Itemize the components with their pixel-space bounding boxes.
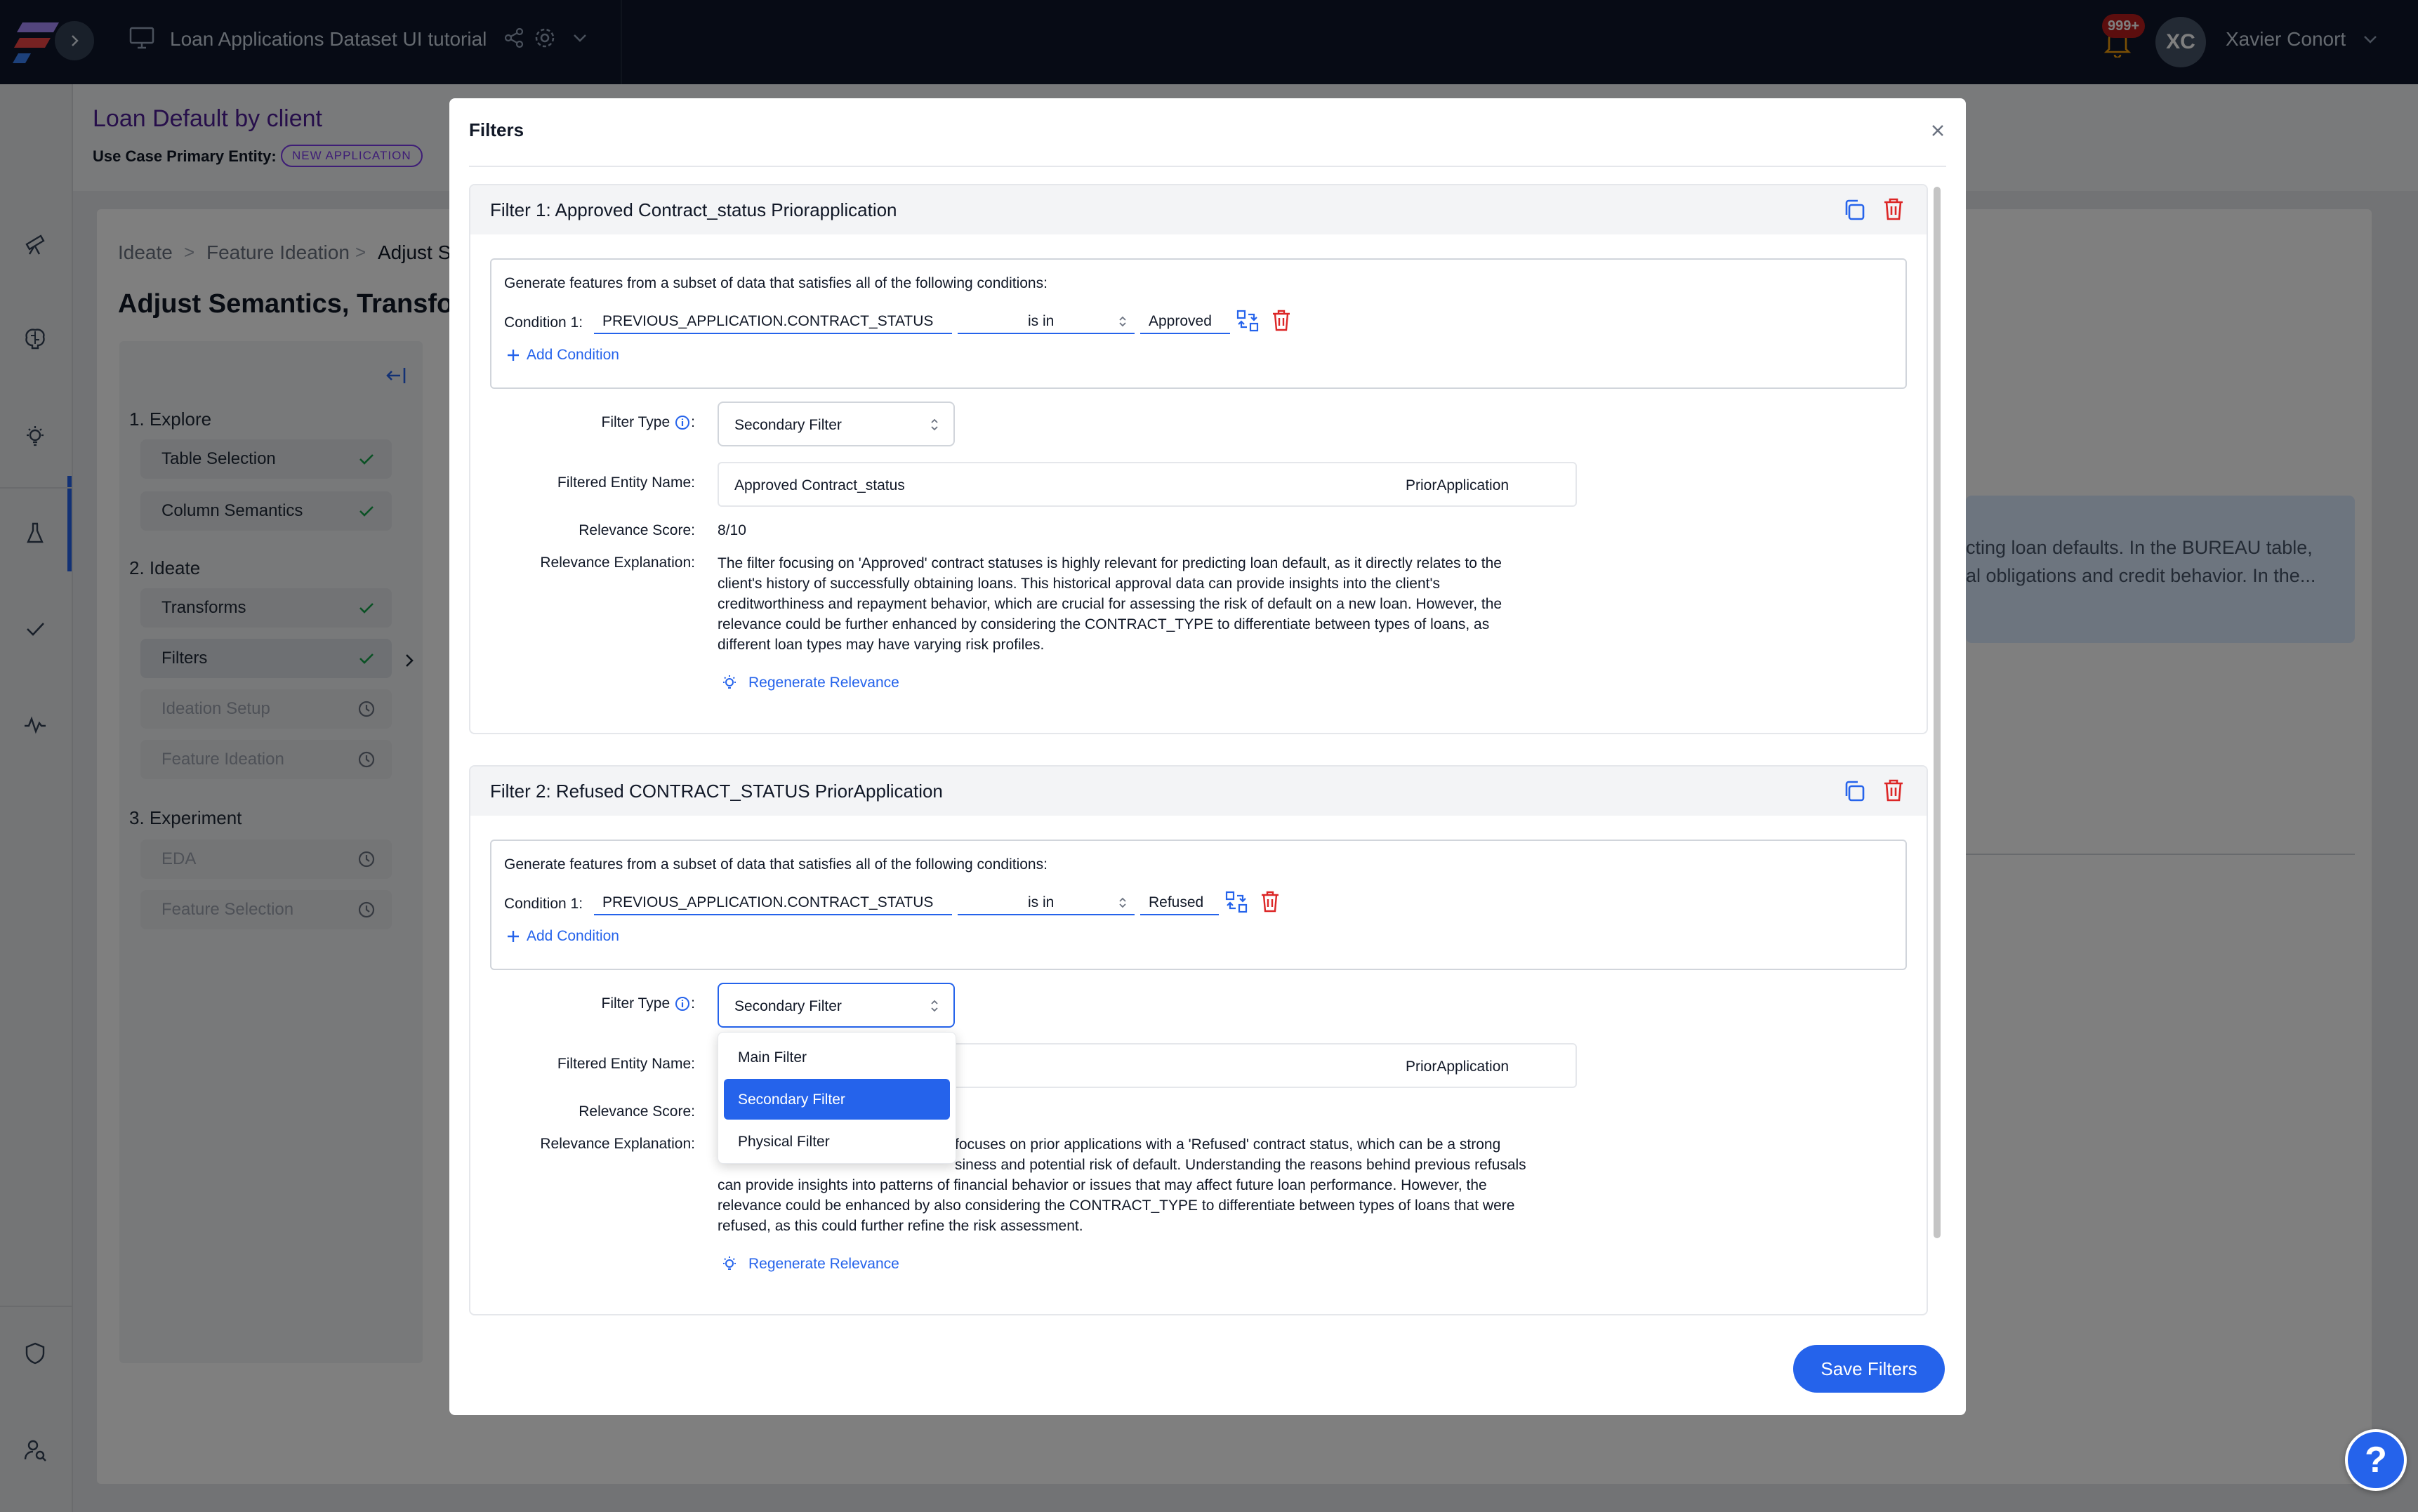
add-condition-label: Add Condition xyxy=(527,928,619,944)
select-arrows-icon xyxy=(1118,896,1128,910)
option-label: Physical Filter xyxy=(738,1134,830,1150)
relevance-explanation-label: Relevance Explanation: xyxy=(540,1136,695,1152)
trash-icon[interactable] xyxy=(1882,778,1905,803)
conditions-box: Generate features from a subset of data … xyxy=(490,258,1907,389)
trash-icon[interactable] xyxy=(1260,890,1281,914)
help-button[interactable]: ? xyxy=(2345,1429,2407,1491)
copy-icon[interactable] xyxy=(1842,779,1866,803)
filter-type-select[interactable]: Secondary Filter xyxy=(718,402,955,446)
explanation-line: client's history of successfully obtaini… xyxy=(718,576,1440,592)
filter-card-header: Filter 2: Refused CONTRACT_STATUS PriorA… xyxy=(470,767,1927,816)
condition-operator-select[interactable]: is in xyxy=(958,306,1135,334)
regenerate-relevance-button[interactable]: Regenerate Relevance xyxy=(720,674,899,692)
relevance-score-label: Relevance Score: xyxy=(579,522,695,538)
swap-icon[interactable] xyxy=(1236,309,1260,333)
dropdown-option-secondary-filter[interactable]: Secondary Filter xyxy=(724,1079,950,1120)
filter-title: Filter 1: Approved Contract_status Prior… xyxy=(490,199,897,220)
condition-label: Condition 1: xyxy=(504,896,583,912)
conditions-intro: Generate features from a subset of data … xyxy=(504,856,1048,873)
entity-name-input[interactable]: Approved Contract_status PriorApplicatio… xyxy=(718,462,1577,507)
close-icon[interactable] xyxy=(1929,122,1946,139)
relevance-explanation-label: Relevance Explanation: xyxy=(540,555,695,571)
entity-name-suffix: PriorApplication xyxy=(1406,477,1509,493)
condition-label: Condition 1: xyxy=(504,314,583,331)
filter-type-label-text: Filter Type xyxy=(601,414,670,430)
select-arrows-icon xyxy=(1118,314,1128,329)
filter-type-label: Filter Type: xyxy=(601,414,696,431)
entity-name-value: Approved Contract_status xyxy=(734,477,905,493)
dropdown-option-main-filter[interactable]: Main Filter xyxy=(724,1037,950,1077)
filter-type-dropdown: Main Filter Secondary Filter Physical Fi… xyxy=(718,1032,956,1164)
relevance-score-value: 8/10 xyxy=(718,522,746,538)
explanation-line: refused, as this could further refine th… xyxy=(718,1218,1083,1234)
option-label: Main Filter xyxy=(738,1049,807,1066)
condition-column-value: PREVIOUS_APPLICATION.CONTRACT_STATUS xyxy=(602,894,934,910)
condition-operator-select[interactable]: is in xyxy=(958,887,1135,915)
condition-operator-value: is in xyxy=(1028,313,1055,329)
filter-type-value: Secondary Filter xyxy=(734,998,842,1014)
add-condition-button[interactable]: Add Condition xyxy=(506,928,619,945)
select-arrows-icon xyxy=(930,417,939,432)
filter-type-select[interactable]: Secondary Filter xyxy=(718,983,955,1028)
filter-type-label-text: Filter Type xyxy=(601,995,670,1012)
info-icon[interactable] xyxy=(674,414,691,431)
explanation-line: relevance could be enhanced by also cons… xyxy=(718,1198,1515,1214)
filter-card-header: Filter 1: Approved Contract_status Prior… xyxy=(470,185,1927,234)
regenerate-label: Regenerate Relevance xyxy=(748,675,899,691)
filter-card: Filter 1: Approved Contract_status Prior… xyxy=(469,184,1928,734)
explanation-line: The filter focusing on 'Approved' contra… xyxy=(718,555,1502,571)
lightbulb-icon xyxy=(723,1256,736,1270)
option-label: Secondary Filter xyxy=(738,1092,845,1108)
explanation-line: relevance could be further enhanced by c… xyxy=(718,616,1490,632)
explanation-line: can provide insights into patterns of fi… xyxy=(718,1177,1487,1193)
lightbulb-icon xyxy=(723,675,736,689)
regenerate-label: Regenerate Relevance xyxy=(748,1256,899,1272)
modal-divider xyxy=(469,166,1946,167)
trash-icon[interactable] xyxy=(1882,197,1905,222)
conditions-intro: Generate features from a subset of data … xyxy=(504,275,1048,291)
explanation-line: creditworthiness and repayment behavior,… xyxy=(718,596,1502,612)
select-arrows-icon xyxy=(930,998,939,1014)
add-condition-label: Add Condition xyxy=(527,347,619,363)
dropdown-option-physical-filter[interactable]: Physical Filter xyxy=(724,1121,950,1162)
swap-icon[interactable] xyxy=(1224,890,1248,914)
condition-column-field[interactable]: PREVIOUS_APPLICATION.CONTRACT_STATUS xyxy=(594,306,952,334)
filter-card: Filter 2: Refused CONTRACT_STATUS PriorA… xyxy=(469,765,1928,1315)
modal-scrollbar[interactable] xyxy=(1934,187,1941,1238)
entity-name-label: Filtered Entity Name: xyxy=(557,1056,695,1072)
regenerate-relevance-button[interactable]: Regenerate Relevance xyxy=(720,1255,899,1273)
condition-column-value: PREVIOUS_APPLICATION.CONTRACT_STATUS xyxy=(602,313,934,329)
trash-icon[interactable] xyxy=(1271,309,1292,333)
condition-value: Approved xyxy=(1149,313,1212,329)
plus-icon xyxy=(508,350,519,361)
entity-name-label: Filtered Entity Name: xyxy=(557,475,695,491)
add-condition-button[interactable]: Add Condition xyxy=(506,347,619,364)
condition-value-field[interactable]: Approved xyxy=(1140,306,1230,334)
condition-column-field[interactable]: PREVIOUS_APPLICATION.CONTRACT_STATUS xyxy=(594,887,952,915)
relevance-explanation-text: The filter focusing on 'Approved' contra… xyxy=(718,553,1602,655)
filter-title: Filter 2: Refused CONTRACT_STATUS PriorA… xyxy=(490,781,943,802)
copy-icon[interactable] xyxy=(1842,198,1866,222)
filters-modal: Filters Filter 1: Approved Contract_stat… xyxy=(449,98,1966,1415)
plus-icon xyxy=(508,931,519,942)
condition-value: Refused xyxy=(1149,894,1204,910)
save-filters-button[interactable]: Save Filters xyxy=(1793,1345,1945,1393)
filter-type-value: Secondary Filter xyxy=(734,417,842,433)
conditions-box: Generate features from a subset of data … xyxy=(490,840,1907,970)
explanation-line: different loan types may have varying ri… xyxy=(718,637,1045,653)
condition-value-field[interactable]: Refused xyxy=(1140,887,1219,915)
condition-operator-value: is in xyxy=(1028,894,1055,910)
relevance-score-label: Relevance Score: xyxy=(579,1103,695,1120)
info-icon[interactable] xyxy=(674,995,691,1012)
entity-name-suffix: PriorApplication xyxy=(1406,1059,1509,1075)
filter-type-label: Filter Type: xyxy=(601,995,696,1012)
modal-title: Filters xyxy=(469,119,524,140)
